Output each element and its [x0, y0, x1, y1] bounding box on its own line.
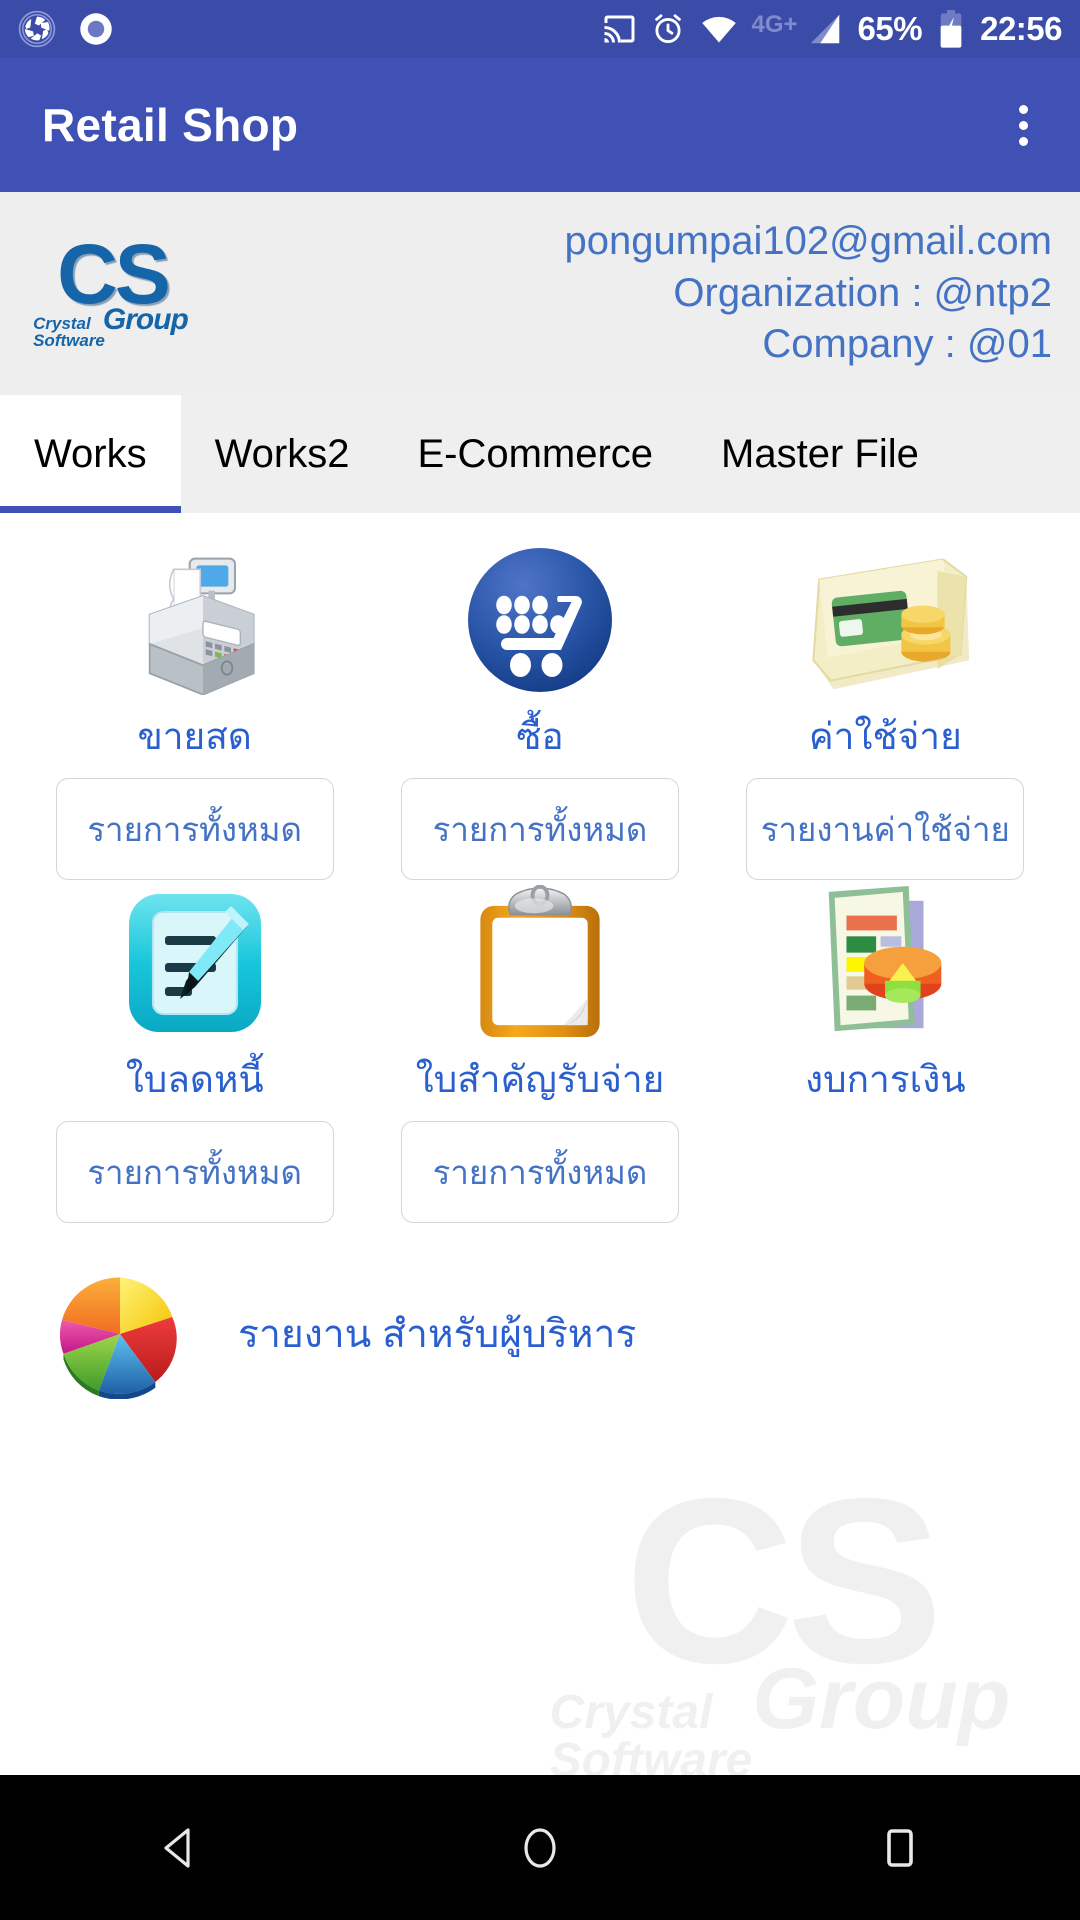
notepad-pencil-icon: [120, 880, 270, 1045]
status-bar: 4G+ 65% 22:56: [0, 0, 1080, 58]
overflow-dot: [1019, 120, 1028, 130]
grid-item-credit-note[interactable]: ใบลดหนี้ รายการทั้งหมด: [22, 880, 367, 1223]
grid-item-button[interactable]: รายการทั้งหมด: [400, 1121, 679, 1223]
brand-logo: CS Crystal Software Group: [20, 226, 205, 350]
overflow-dot: [1019, 136, 1028, 146]
exec-report-row[interactable]: รายงาน สำหรับผู้บริหาร: [0, 1223, 1080, 1399]
signal-icon: [806, 10, 844, 48]
grid-item-financial-statement[interactable]: งบการเงิน: [713, 880, 1058, 1223]
screen-record-icon: [78, 11, 114, 47]
grid-item-expenses[interactable]: ค่าใช้จ่าย รายงานค่าใช้จ่าย: [713, 537, 1058, 880]
cast-icon: [600, 11, 636, 47]
clipboard-icon: [471, 880, 609, 1045]
overflow-dot: [1019, 104, 1028, 114]
overflow-menu-icon[interactable]: [1009, 95, 1038, 156]
status-bar-right-icons: 4G+ 65% 22:56: [600, 9, 1062, 49]
shopping-cart-icon: [465, 537, 615, 702]
clock-label: 22:56: [980, 10, 1062, 47]
grid-item-button[interactable]: รายงานค่าใช้จ่าย: [746, 778, 1025, 880]
watermark-line2: Software: [549, 1734, 753, 1776]
works-grid: ขายสด รายการทั้งหมด ซื้อ รายการทั้งหมด ค…: [0, 513, 1080, 1223]
battery-percent-label: 65%: [857, 10, 923, 47]
grid-item-payment-voucher[interactable]: ใบสำคัญรับจ่าย รายการทั้งหมด: [367, 880, 712, 1223]
android-nav-bar: [0, 1775, 1080, 1920]
brand-watermark: CS Crystal Software Group: [500, 1449, 1060, 1776]
account-organization: Organization : @ntp2: [673, 270, 1052, 315]
battery-charging-icon: [936, 9, 966, 49]
brand-logo-line2: Software: [33, 330, 105, 350]
grid-item-button[interactable]: รายการทั้งหมด: [55, 778, 334, 880]
brand-logo-initials: CS: [57, 226, 171, 321]
tab-e-commerce[interactable]: E-Commerce: [383, 395, 687, 513]
account-email: pongumpai102@gmail.com: [564, 219, 1052, 264]
brand-logo-line1: Crystal: [33, 313, 91, 333]
grid-item-cash-sale[interactable]: ขายสด รายการทั้งหมด: [22, 537, 367, 880]
tab-master-file[interactable]: Master File: [687, 395, 953, 513]
grid-item-label: งบการเงิน: [805, 1059, 966, 1100]
back-triangle-icon[interactable]: [86, 1804, 274, 1892]
grid-item-label: ขายสด: [137, 716, 252, 757]
home-circle-icon[interactable]: [446, 1804, 634, 1892]
cash-register-icon: [115, 537, 275, 702]
grid-item-purchase[interactable]: ซื้อ รายการทั้งหมด: [367, 537, 712, 880]
brand-logo-subtext: Crystal Software Group: [33, 302, 189, 350]
camera-aperture-icon: [18, 10, 56, 48]
grid-item-button[interactable]: รายการทั้งหมด: [400, 778, 679, 880]
tab-bar: Works Works2 E-Commerce Master File: [0, 395, 1080, 513]
account-info: pongumpai102@gmail.com Organization : @n…: [564, 217, 1052, 370]
brand-logo-word: Group: [102, 302, 189, 336]
grid-item-label: ใบลดหนี้: [125, 1059, 264, 1100]
app-bar: Retail Shop: [0, 58, 1080, 192]
watermark-word: Group: [752, 1651, 1011, 1747]
watermark-initials: CS: [624, 1449, 943, 1712]
alarm-icon: [650, 11, 686, 47]
financial-report-icon: [810, 880, 960, 1045]
network-type-label: 4G+: [751, 11, 798, 38]
page-title: Retail Shop: [42, 99, 299, 151]
wallet-card-coins-icon: [798, 537, 973, 702]
pie-chart-3d-icon: [40, 1269, 200, 1399]
exec-report-label: รายงาน สำหรับผู้บริหาร: [238, 1313, 637, 1356]
grid-item-label: ซื้อ: [516, 716, 564, 757]
recents-square-icon[interactable]: [806, 1804, 994, 1892]
tab-works2[interactable]: Works2: [181, 395, 384, 513]
account-header: CS Crystal Software Group pongumpai102@g…: [0, 192, 1080, 395]
grid-item-button[interactable]: รายการทั้งหมด: [55, 1121, 334, 1223]
account-company: Company : @01: [762, 322, 1052, 367]
tab-works[interactable]: Works: [0, 395, 181, 513]
watermark-line1: Crystal: [549, 1686, 713, 1739]
wifi-icon: [700, 10, 738, 48]
grid-item-button: [746, 1121, 1024, 1223]
main-content: CS Crystal Software Group ขายสด รายการทั…: [0, 513, 1080, 1775]
grid-item-label: ใบสำคัญรับจ่าย: [415, 1059, 665, 1100]
status-bar-left-icons: [18, 10, 114, 48]
grid-item-label: ค่าใช้จ่าย: [808, 716, 962, 757]
